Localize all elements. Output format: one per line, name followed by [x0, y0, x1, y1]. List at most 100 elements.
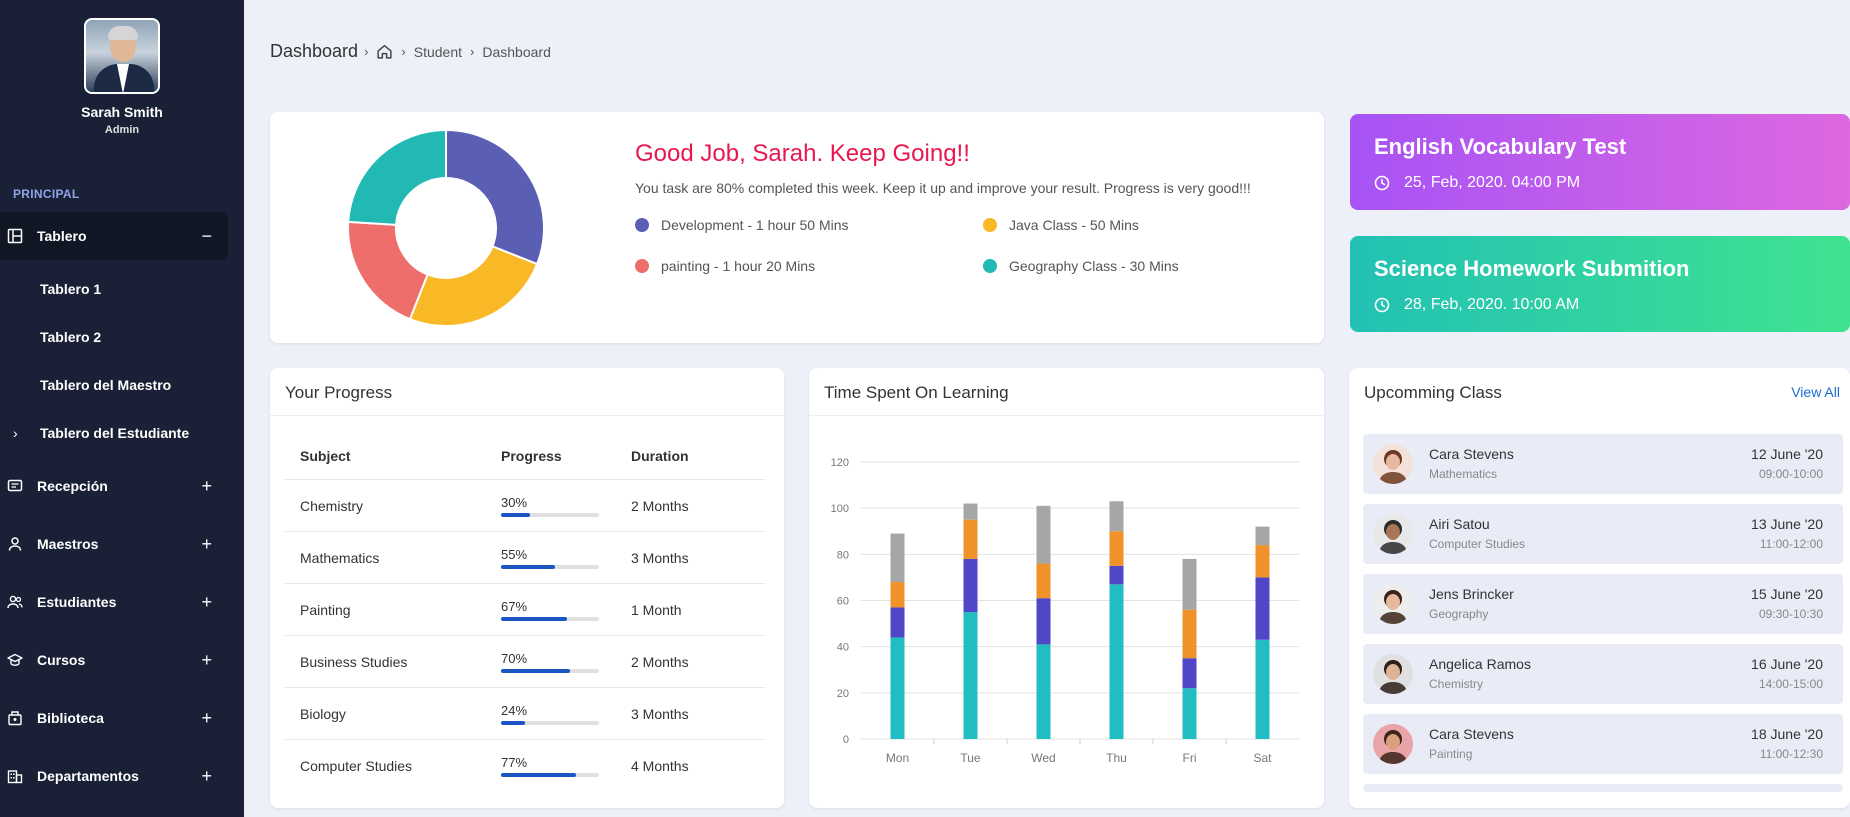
progress-bar: [501, 512, 599, 517]
expand-icon[interactable]: +: [201, 766, 212, 787]
duration-cell: 4 Months: [631, 758, 689, 774]
column-header: Subject: [300, 447, 351, 464]
list-item[interactable]: Jens Brincker Geography 15 June '20 09:30-1…: [1363, 574, 1843, 634]
progress-bar: [501, 616, 599, 621]
class-date: 13 June '20: [1751, 516, 1823, 532]
class-subject: Chemistry: [1429, 677, 1484, 691]
library-icon: [7, 710, 23, 726]
donut-slice: [408, 245, 539, 327]
list-item[interactable]: Angelica Ramos Chemistry 16 June '20 14:00-…: [1363, 644, 1843, 704]
sidebar-item-recepcion[interactable]: Recepción +: [0, 462, 228, 510]
progress-cell: 67%: [501, 599, 631, 621]
expand-icon[interactable]: +: [201, 650, 212, 671]
subject-cell: Computer Studies: [300, 758, 413, 774]
card-title: Your Progress: [270, 368, 784, 416]
avatar: [1373, 724, 1413, 764]
sidebar-item-tablero[interactable]: Tablero −: [0, 212, 228, 260]
avatar: [1373, 444, 1413, 484]
progress-cell: 77%: [501, 755, 631, 777]
collapse-icon[interactable]: −: [201, 226, 212, 247]
progress-value: 70%: [501, 650, 528, 666]
column-header: Duration: [631, 447, 689, 464]
donut-slice: [347, 128, 447, 226]
event-card-english[interactable]: English Vocabulary Test 25, Feb, 2020. 0…: [1350, 114, 1850, 210]
list-item[interactable]: Cara Stevens Mathematics 12 June '20 09:00-…: [1363, 434, 1843, 494]
bar-segment: [1036, 563, 1051, 599]
sidebar-subitem-tablero-estudiante[interactable]: Tablero del Estudiante: [40, 425, 189, 441]
view-all-link[interactable]: View All: [1791, 384, 1840, 400]
profile-role: Admin: [104, 124, 140, 136]
sidebar-item-biblioteca[interactable]: Biblioteca +: [0, 694, 228, 742]
bar-segment: [1036, 644, 1051, 739]
table-row: Painting 67% 1 Month: [285, 584, 765, 636]
class-teacher: Jens Brincker: [1429, 586, 1514, 602]
duration-cell: 1 Month: [631, 601, 682, 618]
event-time: 28, Feb, 2020. 10:00 AM: [1374, 296, 1826, 314]
sidebar-item-estudiantes[interactable]: Estudiantes +: [0, 578, 228, 626]
sidebar-item-cursos[interactable]: Cursos +: [0, 636, 228, 684]
legend-label: Development - 1 hour 50 Mins: [661, 217, 849, 233]
avatar: [1373, 654, 1413, 694]
list-item[interactable]: Cara Stevens Painting 18 June '20 11:00-12:…: [1363, 714, 1843, 774]
expand-icon[interactable]: +: [201, 592, 212, 613]
class-teacher: Airi Satou: [1429, 516, 1490, 532]
donut-slice: [347, 220, 429, 321]
chevron-right-icon: ›: [470, 44, 475, 59]
y-tick-label: 60: [837, 596, 849, 608]
class-subject: Computer Studies: [1429, 537, 1526, 551]
column-header: Progress: [501, 447, 562, 464]
legend-java: Java Class - 50 Mins: [983, 217, 1139, 233]
expand-icon[interactable]: +: [201, 476, 212, 497]
bar-segment: [1109, 584, 1124, 739]
avatar[interactable]: [84, 18, 160, 94]
progress-donut-chart: [347, 128, 545, 327]
x-tick-label: Sat: [1253, 751, 1272, 765]
home-icon[interactable]: [376, 43, 393, 60]
class-teacher: Angelica Ramos: [1429, 656, 1531, 672]
table-row: Mathematics 55% 3 Months: [285, 532, 765, 584]
bar-segment: [890, 533, 905, 583]
greeting-desc: You task are 80% completed this week. Ke…: [635, 180, 1251, 196]
y-tick-label: 80: [837, 549, 849, 561]
class-subject: Geography: [1429, 607, 1489, 621]
greeting-card: Good Job, Sarah. Keep Going!! You task a…: [270, 112, 1324, 343]
progress-bar: [501, 773, 599, 777]
progress-value: 24%: [501, 702, 528, 718]
list-item[interactable]: Airi Satou Computer Studies 13 June '20 11:…: [1363, 504, 1843, 564]
bar-segment: [890, 607, 905, 638]
progress-value: 67%: [501, 598, 528, 614]
y-tick-label: 0: [843, 734, 849, 746]
card-title: Upcomming Class: [1364, 383, 1502, 402]
expand-icon[interactable]: +: [201, 534, 212, 555]
duration-cell: 2 Months: [631, 653, 689, 670]
event-card-science[interactable]: Science Homework Submition 28, Feb, 2020…: [1350, 236, 1850, 332]
sidebar-subitem-tablero-2[interactable]: Tablero 2: [40, 329, 101, 345]
expand-icon[interactable]: +: [201, 708, 212, 729]
bar-segment: [963, 503, 978, 520]
event-time: 25, Feb, 2020. 04:00 PM: [1374, 174, 1826, 192]
duration-cell: 3 Months: [631, 705, 689, 722]
legend-dot: [983, 218, 997, 232]
sidebar-item-maestros[interactable]: Maestros +: [0, 520, 228, 568]
legend-label: Geography Class - 30 Mins: [1009, 258, 1179, 274]
progress-bar: [501, 720, 599, 725]
breadcrumb: Dashboard › › Student › Dashboard: [270, 41, 551, 62]
sidebar-subitem-tablero-1[interactable]: Tablero 1: [40, 281, 101, 297]
bar-segment: [1109, 531, 1124, 566]
sidebar-subitem-tablero-maestro[interactable]: Tablero del Maestro: [40, 377, 171, 393]
progress-value: 55%: [501, 546, 528, 562]
section-label: PRINCIPAL: [13, 187, 80, 201]
sidebar-item-label: Biblioteca: [37, 710, 104, 726]
event-title: Science Homework Submition: [1374, 256, 1690, 281]
progress-table: Subject Progress Duration Chemistry 30% …: [285, 432, 765, 792]
chevron-right-icon: ›: [364, 44, 369, 59]
breadcrumb-student[interactable]: Student: [414, 44, 462, 60]
event-title: English Vocabulary Test: [1374, 134, 1627, 159]
sidebar-item-departamentos[interactable]: Departamentos +: [0, 752, 228, 800]
progress-value: 77%: [501, 755, 528, 770]
bar-segment: [1182, 609, 1197, 659]
bar-segment: [1036, 598, 1051, 645]
reception-icon: [7, 478, 23, 494]
progress-card: Your Progress Subject Progress Duration …: [270, 368, 784, 808]
class-date: 16 June '20: [1751, 656, 1823, 672]
